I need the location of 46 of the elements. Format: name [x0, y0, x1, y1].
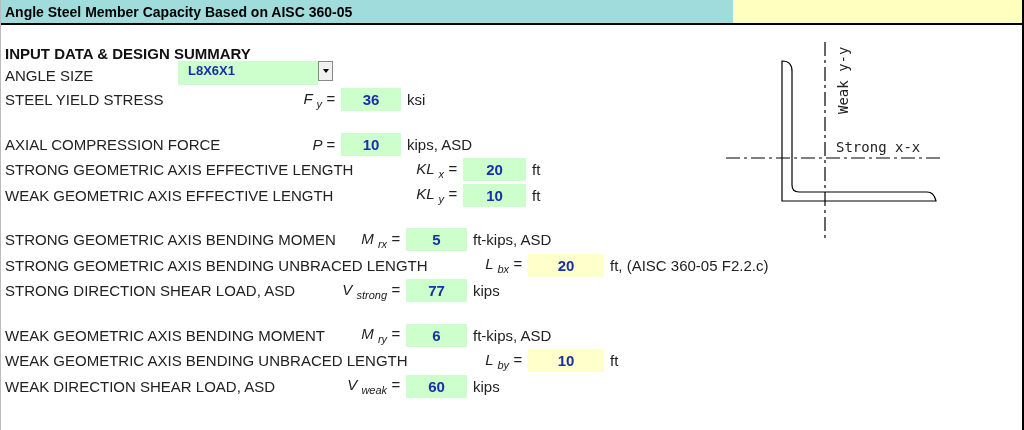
- unit-label: ft: [532, 161, 541, 179]
- symbol-label: M $_{rx}$ =: [361, 229, 400, 250]
- row-label: STEEL YIELD STRESS: [5, 91, 164, 109]
- unit-label: ft-kips, ASD: [473, 231, 552, 249]
- unit-label: kips: [473, 282, 500, 300]
- input-cell[interactable]: 60: [406, 374, 467, 398]
- symbol-label: L $_{bx}$ =: [485, 255, 522, 276]
- input-cell[interactable]: 5: [406, 228, 467, 252]
- unit-label: ft: [532, 186, 541, 204]
- input-cell[interactable]: 20: [463, 158, 526, 182]
- weak-axis-label: Weak y-y: [835, 46, 851, 114]
- symbol-label: M $_{ry}$ =: [361, 325, 400, 346]
- unit-label: ft-kips, ASD: [473, 326, 552, 344]
- input-cell[interactable]: 10: [528, 349, 604, 373]
- row-label: STRONG GEOMETRIC AXIS EFFECTIVE LENGTH: [5, 161, 354, 179]
- unit-label: ft: [610, 352, 619, 370]
- row-label: STRONG GEOMETRIC AXIS BENDING UNBRACED LENGTH: [5, 256, 428, 274]
- unit-label: ksi: [407, 91, 426, 109]
- symbol-label: KL $_{y}$ =: [416, 185, 457, 206]
- row-label: STRONG GEOMETRIC AXIS BENDING MOMEN: [5, 231, 336, 249]
- unit-label: kips, ASD: [407, 135, 473, 153]
- row-label: WEAK GEOMETRIC AXIS BENDING UNBRACED LENGTH: [5, 352, 408, 370]
- input-cell[interactable]: 10: [463, 183, 526, 207]
- input-cell[interactable]: 77: [406, 279, 467, 303]
- input-cell[interactable]: 6: [406, 323, 467, 347]
- row-label: ANGLE SIZE: [5, 66, 95, 84]
- symbol-label: KL $_{x}$ =: [416, 159, 457, 180]
- symbol-label: L $_{by}$ =: [485, 350, 522, 371]
- input-cell[interactable]: 20: [528, 253, 604, 277]
- section-heading: INPUT DATA & DESIGN SUMMARY: [5, 45, 251, 63]
- row-label: STRONG DIRECTION SHEAR LOAD, ASD: [5, 282, 296, 300]
- row-label: AXIAL COMPRESSION FORCE: [5, 135, 221, 153]
- input-cell[interactable]: 10: [341, 132, 401, 156]
- symbol-label: P =: [312, 135, 335, 153]
- symbol-label: V $_{weak}$ =: [347, 376, 400, 397]
- unit-label: kips: [473, 377, 500, 395]
- strong-axis-label: Strong x-x: [836, 139, 921, 155]
- row-label: WEAK GEOMETRIC AXIS BENDING MOMENT: [5, 326, 326, 344]
- row-label: WEAK DIRECTION SHEAR LOAD, ASD: [5, 377, 276, 395]
- dropdown-caret-icon: [322, 69, 329, 73]
- input-cell[interactable]: 36: [341, 88, 401, 112]
- row-label: WEAK GEOMETRIC AXIS EFFECTIVE LENGTH: [5, 186, 334, 204]
- symbol-label: V $_{strong}$ =: [342, 280, 400, 301]
- symbol-label: F $_{y}$ =: [303, 89, 335, 110]
- unit-label: ft, (AISC 360-05 F2.2.c): [610, 256, 769, 274]
- sheet-title: Angle Steel Member Capacity Based on AISC 360-05: [1, 0, 733, 23]
